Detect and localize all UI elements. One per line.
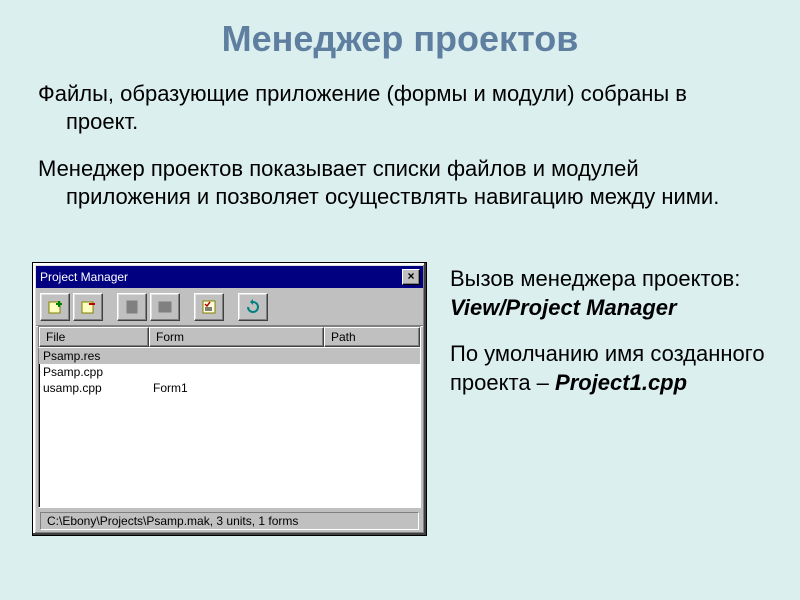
col-header-file[interactable]: File	[39, 327, 149, 347]
column-headers: File Form Path	[38, 326, 421, 348]
form-cell	[149, 348, 324, 364]
call-label: Вызов менеджера проектов:	[450, 266, 740, 291]
path-cell	[324, 348, 420, 364]
form-cell: Form1	[149, 380, 324, 396]
close-button[interactable]: ×	[402, 269, 420, 285]
statusbar: C:\Ebony\Projects\Psamp.mak, 3 units, 1 …	[36, 510, 423, 532]
add-unit-button[interactable]	[40, 293, 70, 321]
add-icon	[46, 298, 64, 316]
path-cell	[324, 380, 420, 396]
slide-title: Менеджер проектов	[0, 0, 800, 60]
window-title: Project Manager	[40, 270, 402, 284]
form-cell	[149, 364, 324, 380]
call-path: View/Project Manager	[450, 295, 677, 320]
checklist-icon	[201, 299, 217, 315]
unit-icon	[124, 299, 140, 315]
path-cell	[324, 364, 420, 380]
side-notes: Вызов менеджера проектов: View/Project M…	[450, 265, 770, 415]
toolbar	[36, 288, 423, 326]
view-unit-button[interactable]	[117, 293, 147, 321]
default-name: Project1.cpp	[555, 370, 687, 395]
list-item[interactable]: Psamp.cpp	[39, 364, 420, 380]
status-text: C:\Ebony\Projects\Psamp.mak, 3 units, 1 …	[40, 512, 419, 530]
update-button[interactable]	[238, 293, 268, 321]
titlebar[interactable]: Project Manager ×	[36, 266, 423, 288]
file-list[interactable]: Psamp.res Psamp.cpp usamp.cpp Form1	[38, 348, 421, 508]
options-button[interactable]	[194, 293, 224, 321]
refresh-icon	[245, 299, 261, 315]
view-form-button[interactable]	[150, 293, 180, 321]
list-item[interactable]: Psamp.res	[39, 348, 420, 364]
paragraph-1: Файлы, образующие приложение (формы и мо…	[38, 80, 762, 135]
remove-icon	[79, 298, 97, 316]
col-header-form[interactable]: Form	[149, 327, 324, 347]
project-manager-window: Project Manager ×	[32, 262, 427, 536]
remove-unit-button[interactable]	[73, 293, 103, 321]
list-item[interactable]: usamp.cpp Form1	[39, 380, 420, 396]
paragraph-2: Менеджер проектов показывает списки файл…	[38, 155, 762, 210]
col-header-path[interactable]: Path	[324, 327, 420, 347]
close-icon: ×	[407, 269, 414, 283]
form-icon	[157, 299, 173, 315]
file-cell: Psamp.res	[39, 348, 149, 364]
file-cell: Psamp.cpp	[39, 364, 149, 380]
file-cell: usamp.cpp	[39, 380, 149, 396]
